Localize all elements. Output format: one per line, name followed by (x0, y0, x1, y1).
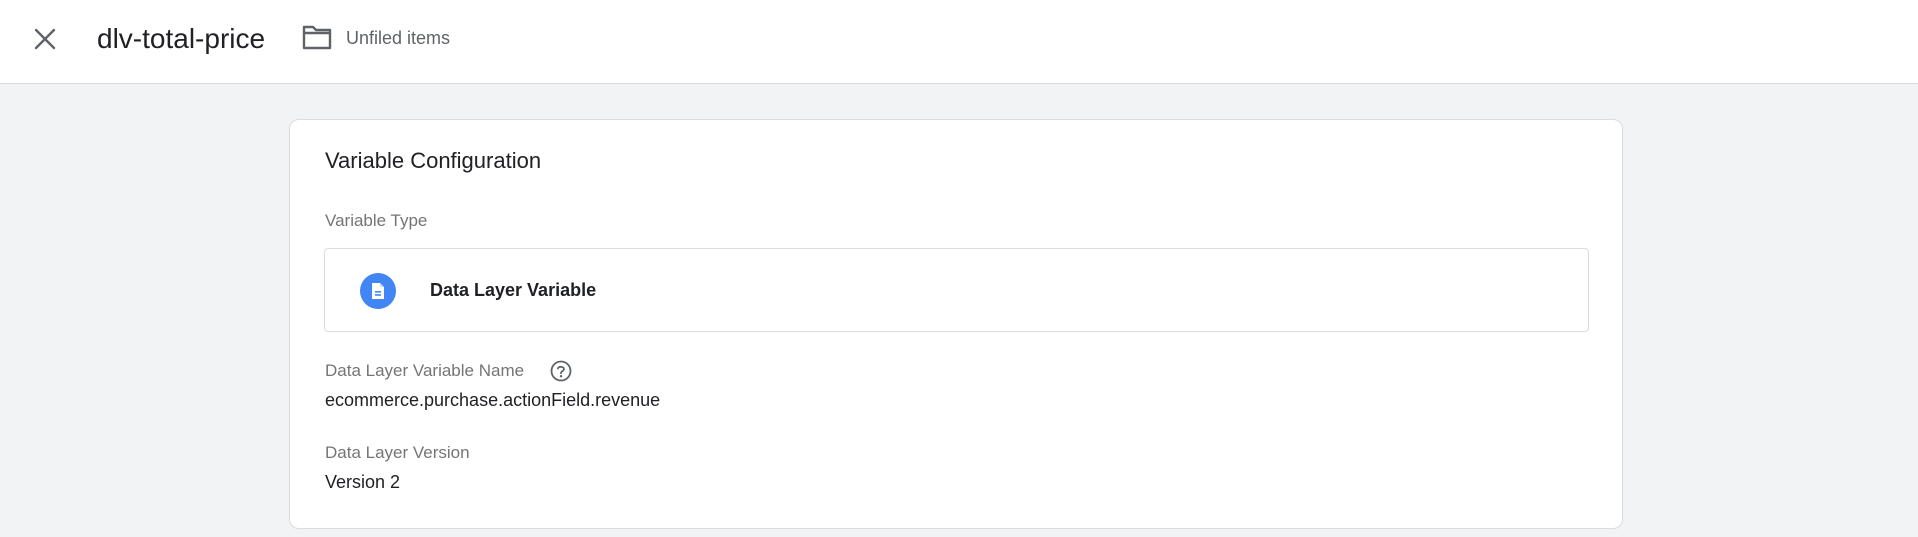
document-icon (360, 273, 396, 309)
folder-label[interactable]: Unfiled items (346, 27, 450, 49)
variable-type-label: Variable Type (325, 211, 428, 230)
folder-icon[interactable] (302, 24, 332, 50)
card-title: Variable Configuration (325, 148, 542, 173)
close-button[interactable] (28, 22, 62, 56)
help-icon[interactable] (550, 360, 572, 382)
variable-name-label: Data Layer Variable Name (325, 361, 525, 380)
editor-header: dlv-total-price Unfiled items (0, 0, 1918, 84)
variable-title[interactable]: dlv-total-price (97, 19, 265, 59)
close-icon (34, 28, 56, 50)
data-layer-version-label: Data Layer Version (325, 443, 470, 462)
variable-configuration-card: Variable Configuration Variable Type Dat… (289, 119, 1623, 529)
variable-type-selector[interactable]: Data Layer Variable (324, 248, 1589, 332)
variable-name-value: ecommerce.purchase.actionField.revenue (325, 390, 661, 410)
data-layer-version-value: Version 2 (325, 472, 401, 492)
variable-type-name: Data Layer Variable (430, 280, 597, 300)
